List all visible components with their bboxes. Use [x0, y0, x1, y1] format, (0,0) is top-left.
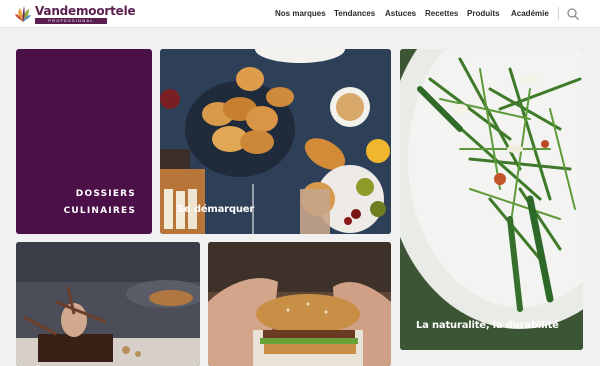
nav-item-tendances[interactable]: Tendances [334, 9, 375, 18]
brand-logo[interactable]: Vandemoortele PROFESSIONAL [14, 3, 136, 25]
tile-se-demarquer[interactable]: Se démarquer [160, 49, 391, 234]
chocolate-dessert-photo [16, 242, 200, 366]
tile-burger[interactable] [208, 242, 391, 366]
burger-photo [208, 242, 391, 366]
site-header: Vandemoortele PROFESSIONAL Nos marques T… [0, 0, 600, 28]
salad-plate-photo [400, 49, 583, 350]
search-button[interactable] [566, 7, 580, 21]
nav-item-recettes[interactable]: Recettes [425, 9, 458, 18]
tile-dossiers-label: DOSSIERS CULINAIRES [63, 189, 136, 216]
tile-naturalite-label: La naturalité, la durabilité [416, 320, 559, 331]
logo-subtitle: PROFESSIONAL [35, 17, 107, 24]
tile-dessert[interactable] [16, 242, 200, 366]
nav-item-nos-marques[interactable]: Nos marques [275, 9, 326, 18]
tile-naturalite-durabilite[interactable]: La naturalité, la durabilité [400, 49, 583, 350]
tile-se-demarquer-label: Se démarquer [177, 204, 255, 215]
logo-brand-text: Vandemoortele [35, 3, 136, 18]
search-icon [566, 7, 580, 21]
leaf-logo-icon [14, 5, 32, 23]
nav-divider [558, 7, 559, 20]
nav-item-astuces[interactable]: Astuces [385, 9, 416, 18]
nav-item-produits[interactable]: Produits [467, 9, 499, 18]
tile-dossiers-culinaires[interactable]: DOSSIERS CULINAIRES [16, 49, 152, 234]
nav-item-academie[interactable]: Académie [511, 9, 549, 18]
